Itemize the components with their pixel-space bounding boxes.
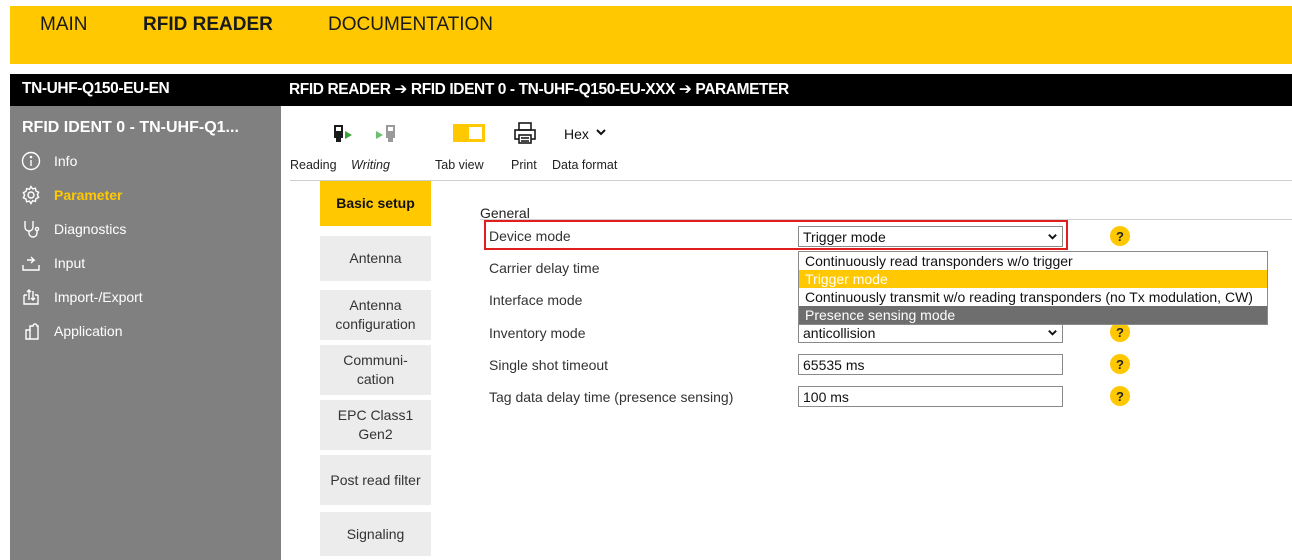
tab-epc-class1-gen2[interactable]: EPC Class1 Gen2 — [320, 400, 431, 450]
nav-rfid-reader[interactable]: RFID READER — [143, 14, 273, 36]
sidebar-item-import-export[interactable]: Import-/Export — [20, 284, 143, 310]
sidebar-title: RFID IDENT 0 - TN-UHF-Q1... — [22, 119, 239, 136]
print-icon — [512, 120, 538, 151]
writing-label: Writing — [351, 158, 390, 172]
sidebar-item-label: Application — [54, 323, 123, 339]
interface-mode-label: Interface mode — [489, 292, 583, 308]
sidebar-item-diagnostics[interactable]: Diagnostics — [20, 216, 126, 242]
sidebar-item-parameter[interactable]: Parameter — [20, 182, 123, 208]
inventory-mode-select[interactable]: anticollision — [798, 322, 1063, 343]
reading-button[interactable]: Reading — [290, 118, 352, 178]
writing-button[interactable]: Writing — [351, 118, 401, 178]
dropdown-option-selected[interactable]: Trigger mode — [799, 270, 1267, 288]
single-shot-label: Single shot timeout — [489, 357, 609, 373]
input-icon — [20, 252, 42, 274]
print-label: Print — [511, 158, 537, 172]
import-export-icon — [20, 286, 42, 308]
tag-delay-label: Tag data delay time (presence sensing) — [489, 389, 734, 405]
tab-post-read-filter[interactable]: Post read filter — [320, 455, 431, 505]
gear-icon — [20, 184, 42, 206]
sidebar-item-label: Import-/Export — [54, 289, 143, 305]
dropdown-option[interactable]: Continuously transmit w/o reading transp… — [799, 288, 1267, 306]
device-mode-label: Device mode — [489, 228, 571, 244]
single-shot-input[interactable]: 65535 ms — [798, 354, 1063, 375]
sidebar: RFID IDENT 0 - TN-UHF-Q1... Info Paramet… — [10, 106, 281, 560]
breadcrumb: RFID READER ➔ RFID IDENT 0 - TN-UHF-Q150… — [289, 81, 789, 98]
chevron-down-icon — [1047, 325, 1058, 341]
nav-documentation[interactable]: DOCUMENTATION — [328, 14, 493, 36]
inventory-mode-label: Inventory mode — [489, 325, 586, 341]
top-navigation-bar: MAIN RFID READER DOCUMENTATION — [10, 6, 1292, 64]
tab-antenna-configuration[interactable]: Antenna configuration — [320, 290, 431, 340]
device-mode-dropdown: Continuously read transponders w/o trigg… — [798, 251, 1268, 325]
tag-delay-help-icon[interactable]: ? — [1110, 386, 1130, 406]
device-name: TN-UHF-Q150-EU-EN — [22, 80, 170, 97]
sidebar-item-info[interactable]: Info — [20, 148, 77, 174]
tab-view-button[interactable]: Tab view — [435, 118, 494, 178]
info-icon — [20, 150, 42, 172]
device-mode-help-icon[interactable]: ? — [1110, 226, 1130, 246]
carrier-delay-label: Carrier delay time — [489, 260, 600, 276]
data-format-value: Hex — [564, 126, 589, 142]
tab-view-icon — [452, 122, 486, 149]
tag-delay-input[interactable]: 100 ms — [798, 386, 1063, 407]
tag-delay-value: 100 ms — [803, 388, 849, 405]
sidebar-item-application[interactable]: Application — [20, 318, 123, 344]
single-shot-value: 65535 ms — [803, 356, 865, 373]
nav-main[interactable]: MAIN — [40, 14, 88, 36]
dropdown-option[interactable]: Continuously read transponders w/o trigg… — [799, 252, 1267, 270]
device-mode-select[interactable]: Trigger mode — [798, 226, 1063, 247]
header-bar: TN-UHF-Q150-EU-EN RFID READER ➔ RFID IDE… — [10, 74, 1292, 106]
reading-label: Reading — [290, 158, 337, 172]
tab-antenna[interactable]: Antenna — [320, 236, 431, 281]
chevron-down-icon — [1047, 229, 1058, 245]
device-mode-value: Trigger mode — [803, 228, 886, 245]
sidebar-item-input[interactable]: Input — [20, 250, 85, 276]
inventory-mode-help-icon[interactable]: ? — [1110, 322, 1130, 342]
data-format-label: Data format — [552, 158, 618, 172]
sidebar-item-label: Info — [54, 153, 78, 169]
tab-basic-setup[interactable]: Basic setup — [320, 181, 431, 226]
writing-icon — [374, 122, 398, 151]
inventory-mode-value: anticollision — [803, 324, 876, 341]
tab-signaling[interactable]: Signaling — [320, 512, 431, 556]
sidebar-item-label: Diagnostics — [54, 221, 127, 237]
chevron-down-icon — [595, 125, 607, 143]
application-icon — [20, 320, 42, 342]
sidebar-item-label: Parameter — [54, 187, 123, 203]
toolbar-divider — [290, 180, 1292, 181]
stethoscope-icon — [20, 218, 42, 240]
dropdown-option-hovered[interactable]: Presence sensing mode — [799, 306, 1267, 324]
print-button[interactable]: Print — [508, 118, 548, 178]
sidebar-item-label: Input — [54, 255, 86, 271]
data-format-select[interactable]: Hex Data format — [552, 118, 632, 178]
tab-communication[interactable]: Communi-cation — [320, 345, 431, 395]
single-shot-help-icon[interactable]: ? — [1110, 354, 1130, 374]
tab-view-label: Tab view — [435, 158, 484, 172]
